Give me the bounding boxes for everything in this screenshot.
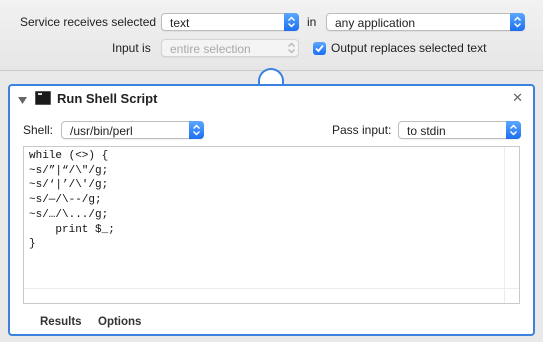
script-editor[interactable]: while (<>) { ~s/”|“/\"/g; ~s/‘|’/\'/g; ~… bbox=[23, 146, 520, 304]
script-code[interactable]: while (<>) { ~s/”|“/\"/g; ~s/‘|’/\'/g; ~… bbox=[29, 149, 115, 252]
vertical-scrollbar[interactable] bbox=[504, 147, 519, 303]
output-replaces-checkbox[interactable] bbox=[313, 42, 326, 55]
application-select[interactable]: any application bbox=[326, 13, 525, 31]
service-options-bar: Service receives selected text in any ap… bbox=[0, 0, 543, 71]
input-is-select[interactable]: entire selection bbox=[161, 39, 299, 57]
shell-select[interactable]: /usr/bin/perl bbox=[61, 121, 204, 139]
up-down-chevron-icon bbox=[284, 39, 299, 57]
horizontal-scrollbar[interactable] bbox=[24, 288, 519, 303]
terminal-icon bbox=[35, 91, 51, 105]
run-shell-script-action: Run Shell Script ✕ Shell: /usr/bin/perl … bbox=[8, 84, 535, 336]
input-type-select[interactable]: text bbox=[161, 13, 299, 31]
shell-label: Shell: bbox=[23, 123, 54, 137]
application-value: any application bbox=[335, 16, 416, 30]
in-label: in bbox=[307, 15, 317, 29]
input-type-value: text bbox=[170, 16, 190, 30]
up-down-chevron-icon bbox=[506, 121, 521, 139]
action-title: Run Shell Script bbox=[57, 91, 158, 106]
service-receives-label: Service receives selected bbox=[20, 15, 157, 29]
close-icon[interactable]: ✕ bbox=[512, 90, 523, 106]
input-is-label: Input is bbox=[112, 41, 151, 55]
disclosure-triangle-icon[interactable] bbox=[18, 94, 27, 108]
up-down-chevron-icon bbox=[284, 13, 299, 31]
tab-options[interactable]: Options bbox=[98, 316, 141, 328]
pass-input-select[interactable]: to stdin bbox=[398, 121, 521, 139]
pass-input-value: to stdin bbox=[407, 124, 446, 138]
input-is-value: entire selection bbox=[170, 42, 251, 56]
pass-input-label: Pass input: bbox=[332, 123, 392, 137]
up-down-chevron-icon bbox=[510, 13, 525, 31]
tab-results[interactable]: Results bbox=[40, 316, 82, 328]
shell-value: /usr/bin/perl bbox=[70, 124, 133, 138]
up-down-chevron-icon bbox=[189, 121, 204, 139]
output-replaces-label: Output replaces selected text bbox=[331, 41, 487, 55]
